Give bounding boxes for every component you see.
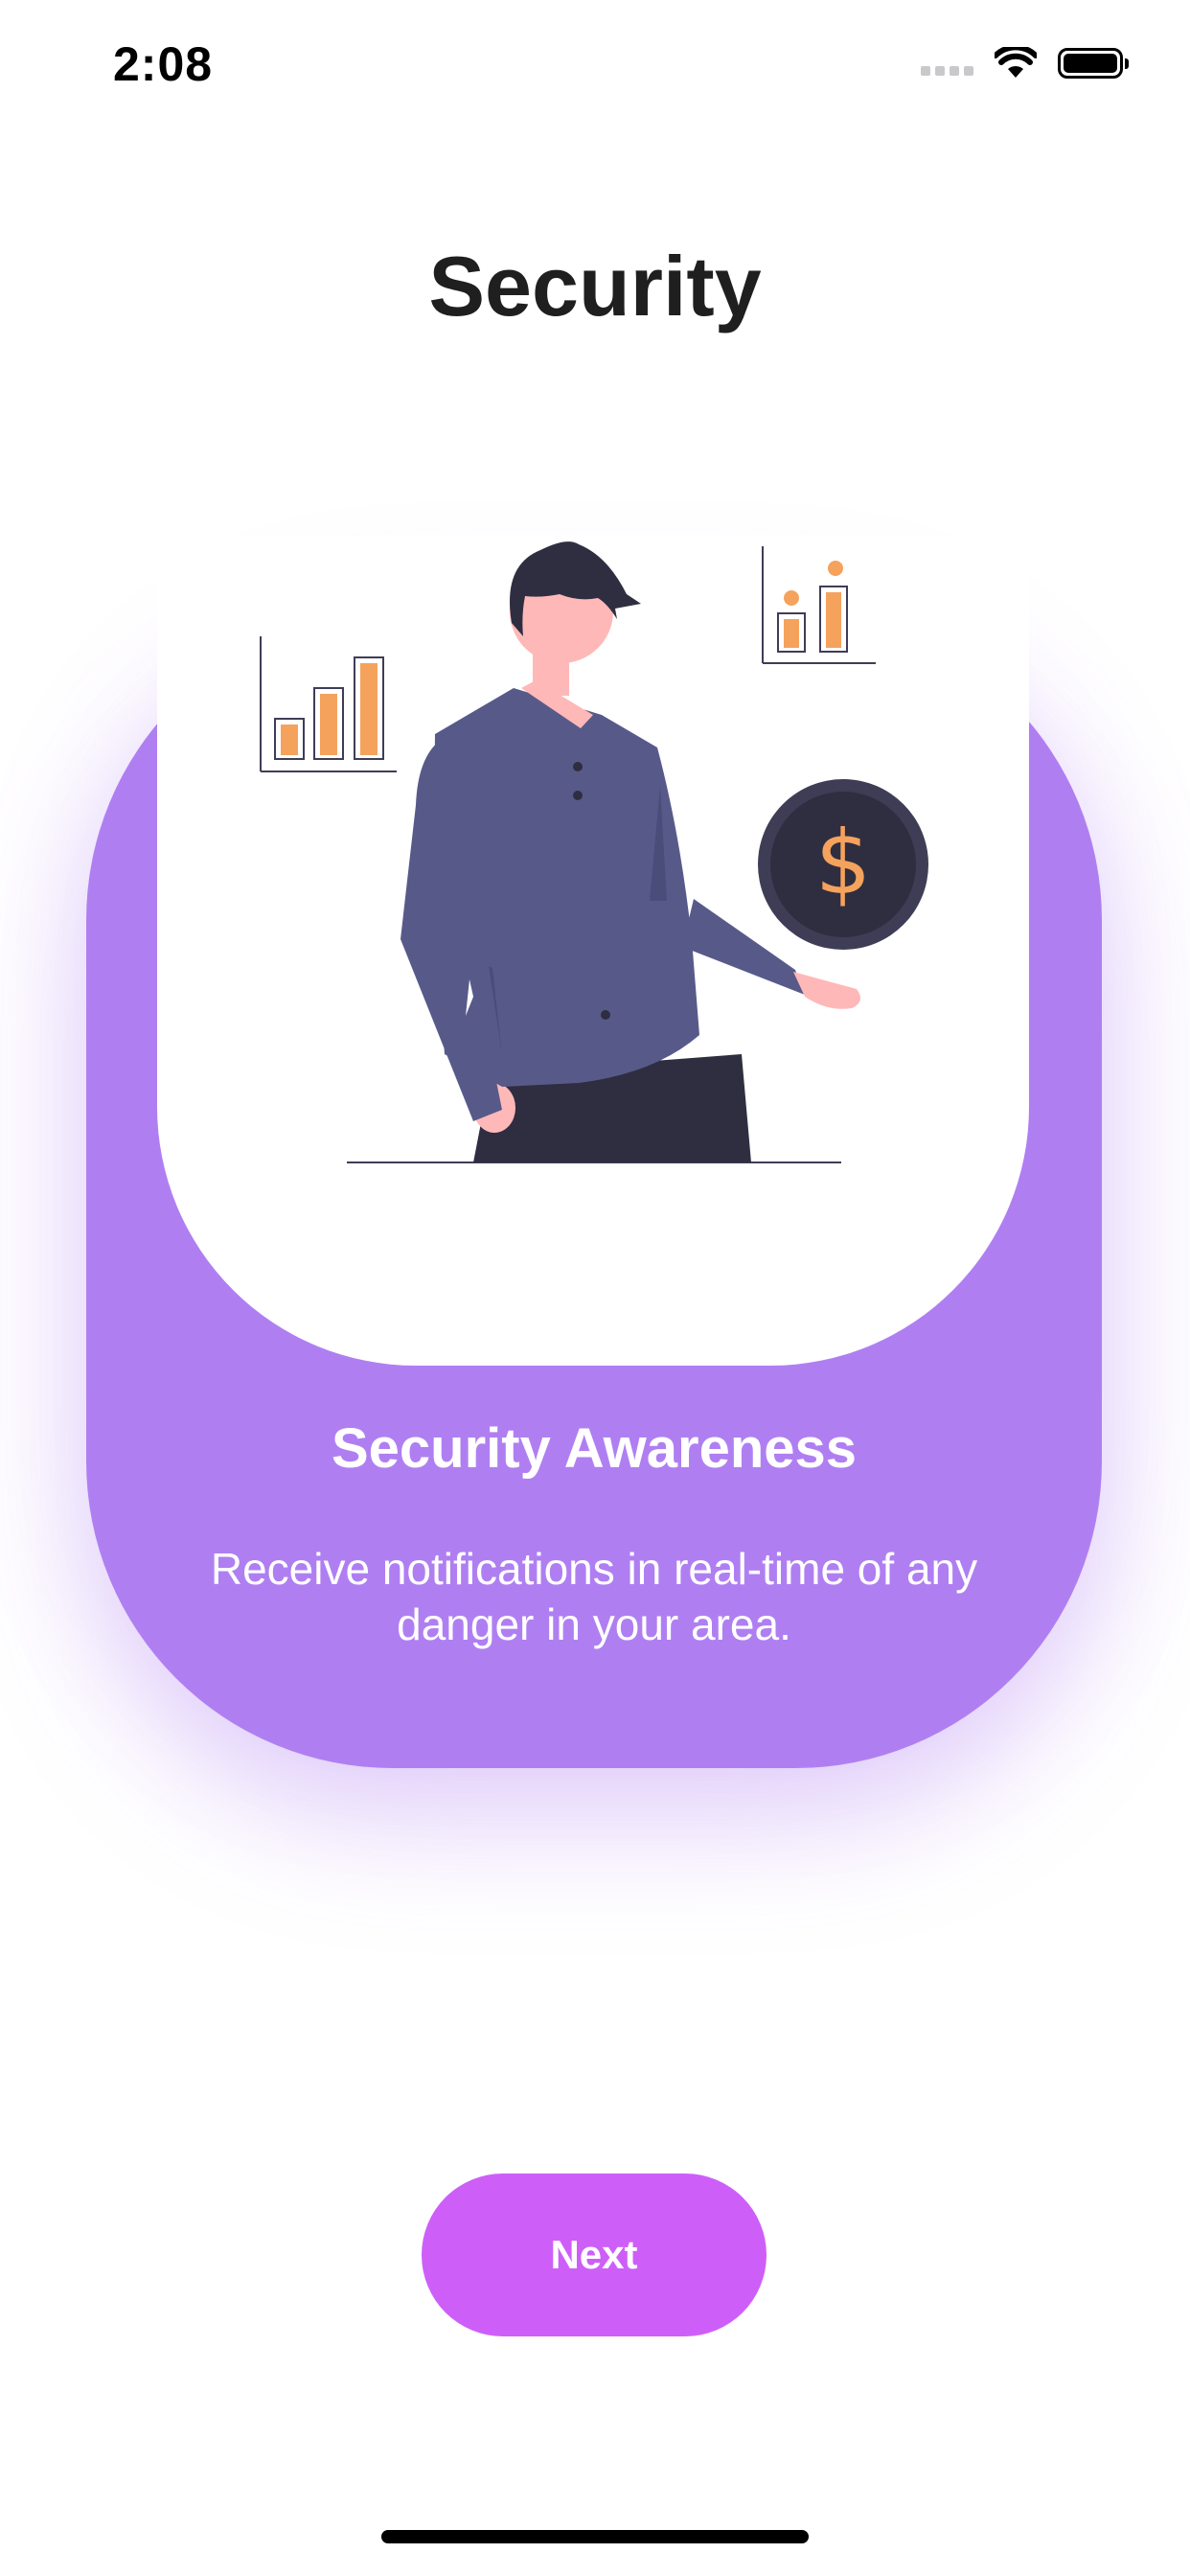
dollar-coin-icon: $ [758,779,928,950]
person-illustration: $ [260,541,928,1163]
bar-chart-icon-left [260,636,397,772]
next-button[interactable]: Next [422,2174,767,2336]
card-description: Receive notifications in real-time of an… [210,1544,978,1649]
onboarding-screen: 2:08 Security $ Security Awareness Recei… [0,0,1190,2576]
wifi-icon [995,47,1037,78]
card-heading: Security Awareness [331,1417,858,1480]
battery-icon [1058,48,1129,79]
cellular-signal-icon [921,66,973,76]
svg-text:$: $ [815,812,872,914]
bar-chart-icon-right [762,546,876,664]
status-icons [921,42,1129,84]
home-indicator[interactable] [381,2530,809,2543]
status-time: 2:08 [113,37,214,91]
page-title: Security [428,239,762,334]
